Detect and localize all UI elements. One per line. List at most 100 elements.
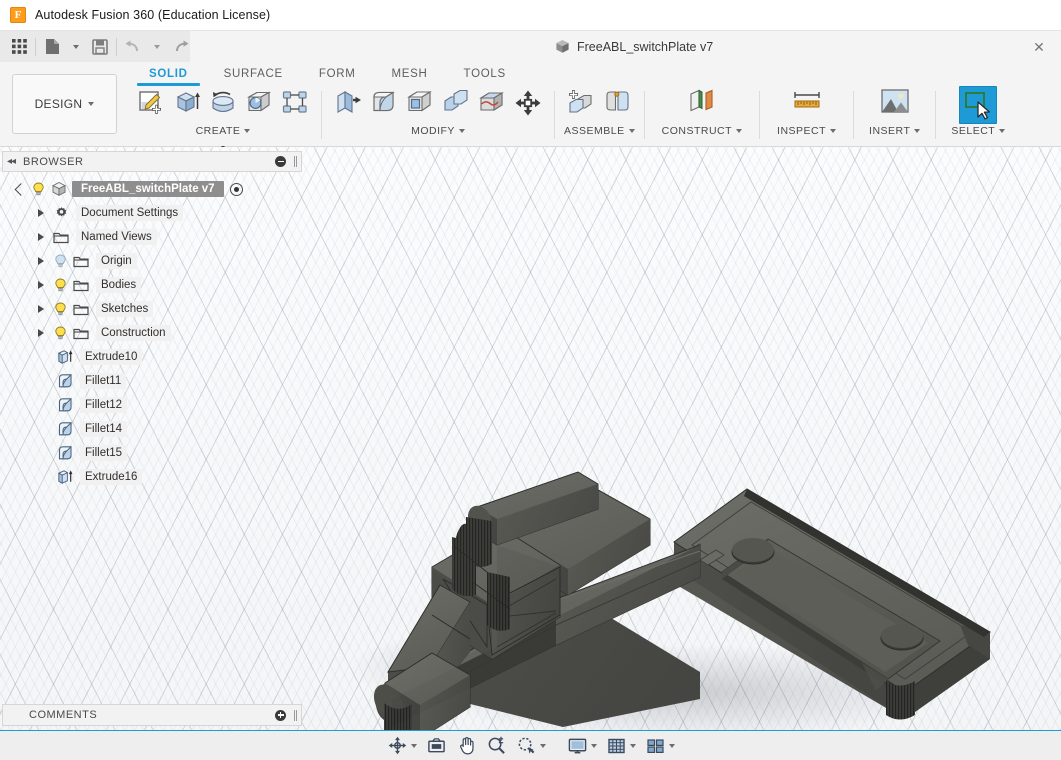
tab-solid[interactable]: SOLID — [131, 65, 206, 86]
document-tab-label: FreeABL_switchPlate v7 — [577, 39, 714, 54]
viewport[interactable]: ◂◂ BROWSER FreeABL_switchPlate v7 Docume… — [0, 147, 1061, 730]
document-tab[interactable]: FreeABL_switchPlate v7 — [545, 31, 724, 62]
visibility-bulb-icon[interactable] — [50, 326, 70, 340]
create-sketch-icon[interactable] — [134, 86, 168, 120]
app-grid-icon[interactable] — [5, 33, 33, 60]
tree-node-root[interactable]: FreeABL_switchPlate v7 — [2, 177, 302, 201]
panel-create-text: CREATE — [195, 125, 241, 137]
expand-twisty-icon[interactable] — [10, 182, 28, 196]
panel-assemble-label[interactable]: ASSEMBLE — [564, 125, 635, 137]
fit-icon — [515, 735, 537, 757]
new-file-icon[interactable] — [38, 33, 66, 60]
combine-icon[interactable] — [439, 86, 473, 120]
tree-node-sketches[interactable]: Sketches — [2, 297, 302, 321]
tree-node-extrude10[interactable]: Extrude10 — [2, 345, 302, 369]
shell-icon[interactable] — [403, 86, 437, 120]
new-component-icon[interactable] — [564, 86, 598, 120]
tab-mesh[interactable]: MESH — [374, 65, 446, 86]
visibility-bulb-icon[interactable] — [50, 302, 70, 316]
panel-insert-label[interactable]: INSERT — [869, 125, 921, 137]
fillet-icon[interactable] — [367, 86, 401, 120]
app-logo-icon: F — [10, 7, 26, 23]
undo-icon[interactable] — [119, 33, 147, 60]
folder-icon — [70, 255, 92, 268]
tree-node-construction[interactable]: Construction — [2, 321, 302, 345]
fit-button[interactable] — [512, 735, 549, 757]
pattern-icon[interactable] — [278, 86, 312, 120]
navigation-bar — [0, 730, 1061, 760]
tab-solid-label: SOLID — [149, 68, 188, 80]
expand-twisty-icon[interactable] — [32, 281, 50, 289]
viewports-button[interactable] — [641, 735, 678, 757]
offset-plane-icon[interactable] — [685, 86, 719, 120]
tree-node-label: Fillet14 — [80, 421, 128, 437]
press-pull-icon[interactable] — [331, 86, 365, 120]
display-settings-button[interactable] — [563, 735, 600, 757]
revolve-icon[interactable] — [206, 86, 240, 120]
tree-node-fillet11[interactable]: Fillet11 — [2, 369, 302, 393]
panel-inspect-label[interactable]: INSPECT — [777, 125, 837, 137]
expand-twisty-icon[interactable] — [32, 257, 50, 265]
chevron-down-icon[interactable] — [669, 743, 675, 748]
panel-divider-2 — [554, 91, 555, 139]
comments-panel[interactable]: COMMENTS — [2, 704, 302, 726]
expand-twisty-icon[interactable] — [32, 233, 50, 241]
plus-circle-icon[interactable] — [275, 709, 286, 721]
tree-node-document-settings[interactable]: Document Settings — [2, 201, 302, 225]
expand-twisty-icon[interactable] — [32, 305, 50, 313]
zoom-button[interactable] — [482, 735, 510, 757]
activate-component-icon[interactable] — [229, 182, 243, 196]
pan-icon — [455, 735, 477, 757]
panel-select-label[interactable]: SELECT — [951, 125, 1006, 137]
split-face-icon[interactable] — [475, 86, 509, 120]
visibility-bulb-icon[interactable] — [50, 278, 70, 292]
move-copy-icon[interactable] — [511, 86, 545, 120]
tree-node-fillet15[interactable]: Fillet15 — [2, 441, 302, 465]
tab-tools[interactable]: TOOLS — [446, 65, 524, 86]
panel-resize-grip[interactable] — [294, 156, 297, 167]
tree-node-named-views[interactable]: Named Views — [2, 225, 302, 249]
close-tab-button[interactable]: ✕ — [1031, 39, 1047, 55]
tree-node-extrude16[interactable]: Extrude16 — [2, 465, 302, 489]
insert-image-icon[interactable] — [878, 86, 912, 120]
tree-node-fillet12[interactable]: Fillet12 — [2, 393, 302, 417]
visibility-bulb-icon[interactable] — [50, 254, 70, 268]
save-icon[interactable] — [86, 33, 114, 60]
workspace-selector[interactable]: DESIGN — [12, 74, 117, 134]
select-window-icon[interactable] — [959, 86, 998, 124]
pan-button[interactable] — [452, 735, 480, 757]
tree-node-bodies[interactable]: Bodies — [2, 273, 302, 297]
panel-create-label[interactable]: CREATE — [196, 125, 251, 137]
tree-node-label: Extrude16 — [80, 469, 143, 485]
folder-icon — [50, 231, 72, 244]
panel-modify-label[interactable]: MODIFY — [411, 125, 465, 137]
tree-node-label: Fillet11 — [80, 373, 127, 389]
tab-form[interactable]: FORM — [301, 65, 374, 86]
grid-snaps-button[interactable] — [602, 735, 639, 757]
joint-icon[interactable] — [600, 86, 634, 120]
minus-circle-icon[interactable] — [275, 156, 286, 167]
chevron-down-icon[interactable] — [411, 743, 417, 748]
undo-dropdown-icon[interactable] — [147, 33, 167, 60]
expand-twisty-icon[interactable] — [32, 329, 50, 337]
new-file-dropdown-icon[interactable] — [66, 33, 86, 60]
expand-twisty-icon[interactable] — [32, 209, 50, 217]
chevron-down-icon[interactable] — [630, 743, 636, 748]
measure-icon[interactable] — [790, 86, 824, 120]
tree-node-label: Fillet15 — [80, 445, 128, 461]
panel-construct-label[interactable]: CONSTRUCT — [662, 125, 743, 137]
chevron-down-icon[interactable] — [591, 743, 597, 748]
visibility-bulb-icon[interactable] — [28, 182, 48, 196]
chevron-down-icon[interactable] — [540, 743, 546, 748]
panel-divider — [321, 91, 322, 139]
look-at-button[interactable] — [422, 735, 450, 757]
collapse-panel-icon[interactable]: ◂◂ — [7, 156, 16, 167]
comments-resize-grip[interactable] — [294, 709, 297, 721]
tree-node-fillet14[interactable]: Fillet14 — [2, 417, 302, 441]
tab-surface[interactable]: SURFACE — [206, 65, 301, 86]
extrude-icon[interactable] — [170, 86, 204, 120]
orbit-button[interactable] — [383, 735, 420, 757]
tree-node-label: Construction — [96, 325, 171, 341]
hole-icon[interactable] — [242, 86, 276, 120]
tree-node-origin[interactable]: Origin — [2, 249, 302, 273]
